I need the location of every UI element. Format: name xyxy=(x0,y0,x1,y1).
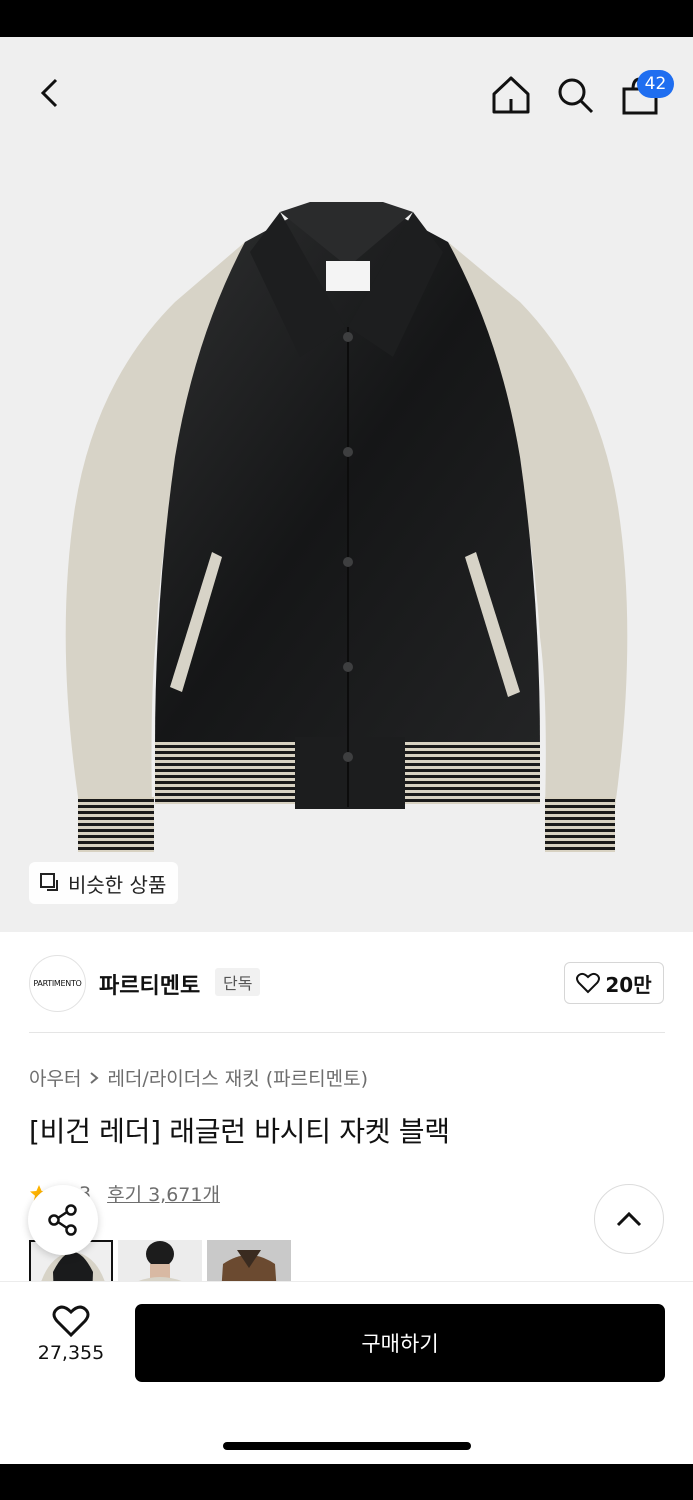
similar-products-label: 비슷한 상품 xyxy=(68,872,167,897)
home-icon xyxy=(492,76,530,114)
chevron-left-icon xyxy=(40,78,58,108)
copy-icon xyxy=(40,873,58,891)
thumbnail-image xyxy=(118,1240,202,1281)
review-count-link[interactable]: 후기 3,671개 xyxy=(107,1180,220,1207)
back-button[interactable] xyxy=(24,67,76,119)
product-title: [비건 레더] 래글런 바시티 자켓 블랙 xyxy=(29,1115,450,1148)
screen: 42 비슷한 상품 PARTIMENTO 파르티멘토 단독 20만 아우터 레더… xyxy=(0,37,693,1464)
breadcrumb-subcategory[interactable]: 레더/라이더스 재킷 (파르티멘토) xyxy=(107,1064,368,1091)
divider xyxy=(29,1032,665,1033)
thumbnail-2[interactable] xyxy=(118,1240,202,1281)
chevron-up-icon xyxy=(616,1211,642,1227)
search-button[interactable] xyxy=(549,69,601,121)
thumbnail-image xyxy=(207,1240,291,1281)
home-button[interactable] xyxy=(485,69,537,121)
brand-row: PARTIMENTO 파르티멘토 단독 20만 xyxy=(29,954,665,1014)
wishlist-button[interactable]: 27,355 xyxy=(27,1304,115,1364)
brand-logo[interactable]: PARTIMENTO xyxy=(29,955,86,1012)
home-indicator[interactable] xyxy=(223,1442,471,1450)
purchase-bar: 27,355 구매하기 xyxy=(0,1281,693,1464)
heart-icon xyxy=(52,1305,90,1338)
scroll-to-top-button[interactable] xyxy=(594,1184,664,1254)
wishlist-count: 27,355 xyxy=(37,1342,105,1364)
brand-like-count: 20만 xyxy=(605,972,652,997)
share-icon xyxy=(48,1204,77,1236)
thumbnail-3[interactable] xyxy=(207,1240,291,1281)
breadcrumb-category[interactable]: 아우터 xyxy=(29,1064,81,1091)
heart-icon xyxy=(576,972,601,994)
product-image[interactable]: 42 비슷한 상품 xyxy=(0,37,693,932)
status-bar xyxy=(0,0,693,37)
breadcrumb: 아우터 레더/라이더스 재킷 (파르티멘토) xyxy=(29,1064,368,1091)
share-button[interactable] xyxy=(28,1185,98,1255)
buy-button[interactable]: 구매하기 xyxy=(135,1304,665,1382)
cart-count-badge: 42 xyxy=(637,70,674,98)
brand-name[interactable]: 파르티멘토 xyxy=(99,968,200,1000)
chevron-right-icon xyxy=(90,1071,100,1084)
similar-products-button[interactable]: 비슷한 상품 xyxy=(29,862,179,904)
search-icon xyxy=(558,78,594,114)
brand-like-button[interactable]: 20만 xyxy=(564,962,664,1004)
bottom-strip xyxy=(0,1464,693,1500)
jacket-image xyxy=(65,202,628,852)
exclusive-badge: 단독 xyxy=(215,968,261,996)
